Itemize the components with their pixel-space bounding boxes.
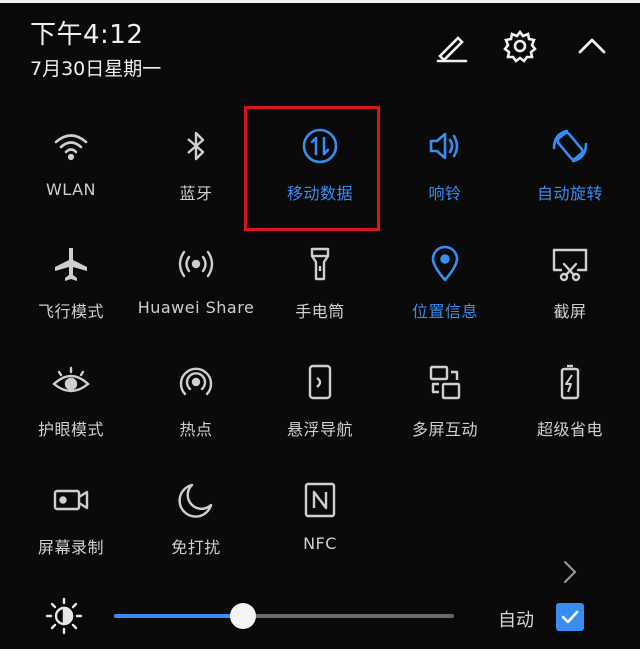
- battery-saver-icon: [548, 360, 592, 404]
- screen-record-icon: [49, 478, 93, 522]
- edit-icon[interactable]: [430, 26, 470, 66]
- tile-label: NFC: [303, 534, 337, 553]
- brightness-slider[interactable]: [114, 603, 454, 629]
- tile-eye-comfort[interactable]: 护眼模式: [7, 346, 135, 456]
- tile-label: 护眼模式: [37, 420, 104, 439]
- tile-label: WLAN: [45, 180, 96, 199]
- brightness-slider-knob[interactable]: [230, 603, 257, 629]
- auto-rotate-icon: [548, 124, 592, 168]
- check-icon: [561, 610, 579, 624]
- status-date: 7月30日星期一: [30, 58, 162, 80]
- tile-label: 手电筒: [295, 302, 345, 321]
- tile-flashlight[interactable]: 手电筒: [256, 228, 384, 338]
- tile-nfc[interactable]: NFC: [256, 464, 384, 574]
- tile-screenshot[interactable]: 截屏: [506, 228, 634, 338]
- tile-hotspot[interactable]: 热点: [132, 346, 260, 456]
- tile-label: 蓝牙: [179, 184, 213, 203]
- status-time: 下午4:12: [30, 20, 144, 50]
- mobile-data-icon: [298, 124, 342, 168]
- tile-ring[interactable]: 响铃: [381, 110, 509, 220]
- tile-label: 热点: [179, 420, 213, 439]
- tile-floating-nav[interactable]: 悬浮导航: [256, 346, 384, 456]
- tile-label: 免打扰: [171, 538, 221, 557]
- bluetooth-icon: [174, 124, 218, 168]
- tile-mobile-data[interactable]: 移动数据: [256, 110, 384, 220]
- tile-label: Huawei Share: [137, 298, 255, 317]
- tile-airplane[interactable]: 飞行模式: [7, 228, 135, 338]
- tile-auto-rotate[interactable]: 自动旋转: [506, 110, 634, 220]
- auto-brightness-checkbox[interactable]: [556, 603, 584, 631]
- tile-label: 位置信息: [411, 302, 478, 321]
- multi-screen-icon: [423, 360, 467, 404]
- eye-icon: [49, 360, 93, 404]
- tile-label: 截屏: [553, 302, 587, 321]
- tile-battery-saver[interactable]: 超级省电: [506, 346, 634, 456]
- hotspot-icon: [174, 360, 218, 404]
- tile-wlan[interactable]: WLAN: [7, 110, 135, 220]
- tile-label: 响铃: [428, 184, 462, 203]
- location-icon: [423, 242, 467, 286]
- top-edge: [0, 0, 640, 3]
- tile-bluetooth[interactable]: 蓝牙: [132, 110, 260, 220]
- airplane-icon: [49, 242, 93, 286]
- tile-label: 屏幕录制: [37, 538, 104, 557]
- auto-brightness-label: 自动: [498, 610, 534, 631]
- tile-label: 飞行模式: [37, 302, 104, 321]
- screenshot-icon: [548, 242, 592, 286]
- nfc-icon: [298, 478, 342, 522]
- do-not-disturb-icon: [174, 478, 218, 522]
- tile-screen-record[interactable]: 屏幕录制: [7, 464, 135, 574]
- brightness-slider-fill: [114, 614, 244, 618]
- flashlight-icon: [298, 242, 342, 286]
- settings-icon[interactable]: [500, 26, 540, 66]
- floating-nav-icon: [298, 360, 342, 404]
- tile-huawei-share[interactable]: Huawei Share: [132, 228, 260, 338]
- speaker-icon: [423, 124, 467, 168]
- brightness-icon: [45, 597, 83, 635]
- tile-label: 悬浮导航: [286, 420, 353, 439]
- tile-do-not-disturb[interactable]: 免打扰: [132, 464, 260, 574]
- collapse-chevron-icon[interactable]: [572, 26, 612, 66]
- tile-location[interactable]: 位置信息: [381, 228, 509, 338]
- next-page-chevron-icon[interactable]: [556, 558, 584, 586]
- huawei-share-icon: [174, 242, 218, 286]
- tile-label: 自动旋转: [536, 184, 603, 203]
- wifi-icon: [49, 124, 93, 168]
- tile-label: 多屏互动: [411, 420, 478, 439]
- tile-label: 移动数据: [286, 184, 353, 203]
- tile-multi-screen[interactable]: 多屏互动: [381, 346, 509, 456]
- tile-label: 超级省电: [536, 420, 603, 439]
